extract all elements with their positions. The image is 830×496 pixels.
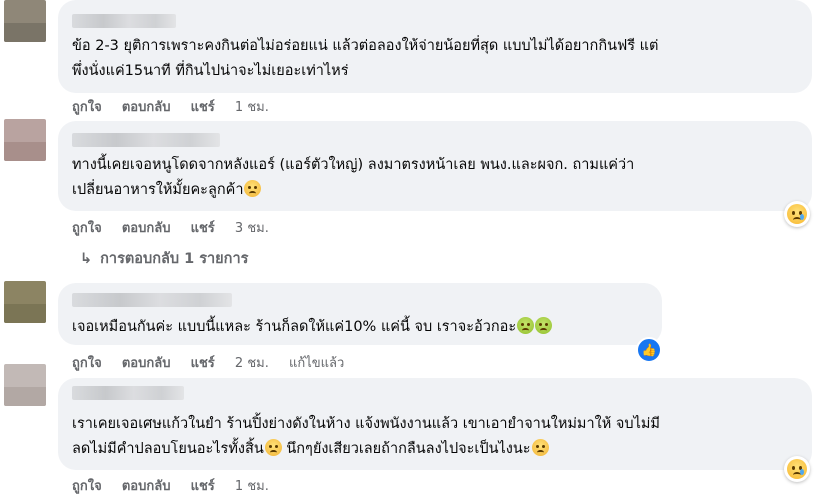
rolling-laughing-icon [264,439,282,456]
like-link[interactable]: ถูกใจ [72,356,102,371]
timestamp[interactable]: 3 ชม. [235,221,269,236]
pleading-face-icon [244,180,262,197]
comment-bubble: เจอเหมือนกันค่ะ แบบนี้แหละ ร้านก็ลดให้แค… [58,283,662,345]
reaction-badge[interactable] [784,201,810,227]
nauseated-face-icon [535,317,553,334]
avatar[interactable] [4,119,46,161]
comment-actions: ถูกใจ ตอบกลับ แชร์ 3 ชม. [72,217,285,238]
comment-text-span: นึกๆยังเสียวเลยถ้ากลืนลงไปจะเป็นไงนะ [281,441,531,457]
reply-arrow-icon: ↳ [80,251,93,267]
avatar[interactable] [4,0,46,42]
like-link[interactable]: ถูกใจ [72,100,102,115]
reply-link[interactable]: ตอบกลับ [122,479,171,494]
reply-link[interactable]: ตอบกลับ [122,356,171,371]
edited-label[interactable]: แก้ไขแล้ว [289,356,344,371]
comment-text-line: ข้อ 2-3 ยุติการเพราะคงกินต่อไม่อร่อยแน่ … [72,38,659,54]
share-link[interactable]: แชร์ [191,221,215,236]
view-replies-link[interactable]: ↳ การตอบกลับ 1 รายการ [80,247,248,270]
reply-link[interactable]: ตอบกลับ [122,100,171,115]
author-name-redacted[interactable] [72,293,232,307]
author-name-redacted[interactable] [72,133,220,147]
sad-face-icon [787,459,807,479]
replies-count-label: การตอบกลับ 1 รายการ [100,251,249,267]
comment-actions: ถูกใจ ตอบกลับ แชร์ 1 ชม. [72,96,285,117]
comment-text-line: เราเคยเจอเศษแก้วในยำ ร้านปิ้งย่างดังในห้… [72,416,660,432]
comment-bubble: เราเคยเจอเศษแก้วในยำ ร้านปิ้งย่างดังในห้… [58,378,812,470]
comment-text-line: พึ่งนั่งแค่15นาที ที่กินไปน่าจะไม่เยอะเท… [72,63,349,79]
like-link[interactable]: ถูกใจ [72,221,102,236]
share-link[interactable]: แชร์ [191,479,215,494]
avatar[interactable] [4,364,46,406]
reply-link[interactable]: ตอบกลับ [122,221,171,236]
timestamp[interactable]: 1 ชม. [235,479,269,494]
sad-face-icon [787,204,807,224]
timestamp[interactable]: 2 ชม. [235,356,269,371]
comment-text-line: ลดไม่มีคำปลอบโยนอะไรทั้งสิ้น นึกๆยังเสีย… [72,437,549,462]
reaction-badge[interactable] [784,456,810,482]
comment-actions: ถูกใจ ตอบกลับ แชร์ 2 ชม. แก้ไขแล้ว [72,352,360,373]
comment-text-line: เจอเหมือนกันค่ะ แบบนี้แหละ ร้านก็ลดให้แค… [72,315,553,340]
share-link[interactable]: แชร์ [191,100,215,115]
nauseated-face-icon [517,317,535,334]
share-link[interactable]: แชร์ [191,356,215,371]
author-name-redacted[interactable] [72,14,176,28]
author-name-redacted[interactable] [72,386,184,400]
timestamp[interactable]: 1 ชม. [235,100,269,115]
comment-bubble: ทางนี้เคยเจอหนูโดดจากหลังแอร์ (แอร์ตัวให… [58,121,812,211]
comment-text-span: เจอเหมือนกันค่ะ แบบนี้แหละ ร้านก็ลดให้แค… [72,319,517,335]
comment-text-span: เปลี่ยนอาหารให้มั้ยคะลูกค้า [72,182,244,198]
sad-sweat-face-icon [531,439,549,456]
comment-text-line: ทางนี้เคยเจอหนูโดดจากหลังแอร์ (แอร์ตัวให… [72,157,635,173]
comment-text-line: เปลี่ยนอาหารให้มั้ยคะลูกค้า [72,178,262,203]
like-thumb-icon[interactable]: 👍 [636,337,662,363]
comment-actions: ถูกใจ ตอบกลับ แชร์ 1 ชม. [72,475,285,496]
avatar[interactable] [4,281,46,323]
comment-text-span: ลดไม่มีคำปลอบโยนอะไรทั้งสิ้น [72,441,264,457]
like-link[interactable]: ถูกใจ [72,479,102,494]
comment-bubble: ข้อ 2-3 ยุติการเพราะคงกินต่อไม่อร่อยแน่ … [58,0,812,93]
